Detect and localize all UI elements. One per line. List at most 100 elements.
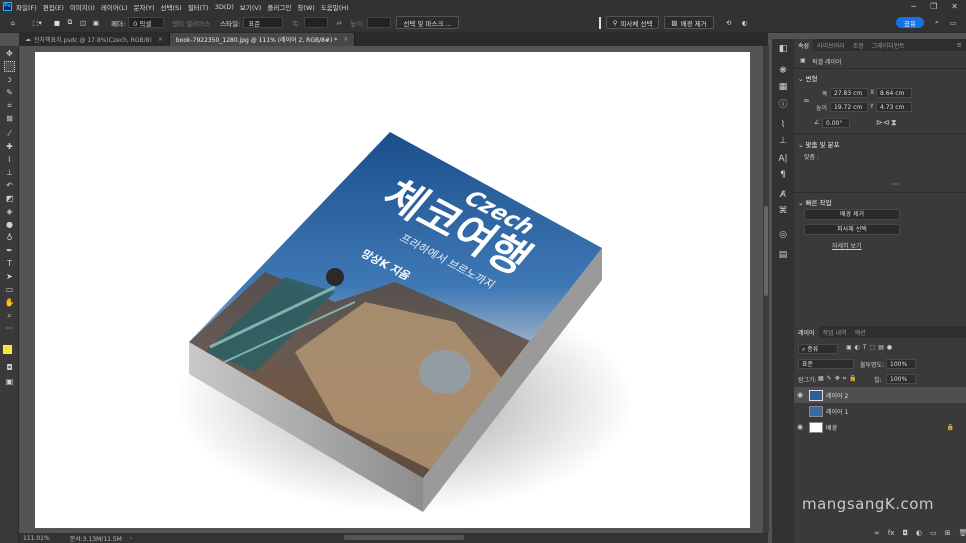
foreground-color-swatch[interactable] [3, 345, 12, 354]
move-tool-icon[interactable]: ✥ [4, 48, 15, 59]
adjustment-layer-icon[interactable]: ◐ [916, 529, 922, 537]
select-and-mask-button[interactable]: 선택 및 마스크 ... [396, 16, 459, 29]
layer-name[interactable]: 배경 [826, 423, 837, 432]
style-select[interactable]: 표준 [243, 17, 284, 28]
height-input[interactable] [367, 17, 392, 28]
remove-background-button[interactable]: ▨ 배경 제거 [664, 16, 714, 29]
share-button[interactable]: 공유 [896, 17, 924, 28]
opacity-field[interactable]: 100% [886, 359, 916, 369]
visibility-eye-icon[interactable]: ◉ [794, 391, 806, 399]
chevron-right-icon[interactable]: › [130, 535, 132, 542]
quick-actions-section-title[interactable]: ⌄ 빠른 작업 [798, 197, 832, 207]
glyphs-icon[interactable]: A̸ [777, 189, 789, 201]
new-layer-icon[interactable]: ⊞ [945, 529, 951, 537]
menu-layer[interactable]: 레이어(L) [101, 2, 128, 12]
search-icon[interactable]: ⌕ [932, 17, 942, 29]
brush-settings-icon[interactable]: ⌇ [777, 119, 789, 131]
tab-gradients[interactable]: 그레이디언트 [868, 39, 909, 51]
select-subject-panel-button[interactable]: 피사체 선택 [804, 224, 900, 235]
flip-horizontal-icon[interactable]: ⊳⊲ [876, 118, 889, 127]
tab-layers[interactable]: 레이어 [794, 326, 819, 338]
marquee-tool-icon[interactable]: ⬚▾ [32, 17, 42, 29]
quick-selection-tool-icon[interactable]: ✎ [4, 87, 15, 98]
path-selection-tool-icon[interactable]: ➤ [4, 271, 15, 282]
hand-tool-icon[interactable]: ✋ [4, 297, 15, 308]
eraser-tool-icon[interactable]: ◩ [4, 193, 15, 204]
brush-tool-icon[interactable]: ⌇ [4, 154, 15, 165]
learn-icon[interactable]: ◧ [777, 43, 789, 55]
link-layers-icon[interactable]: ∞ [874, 529, 880, 537]
workspace-icon[interactable]: ▭ [948, 17, 958, 29]
paint-bucket-tool-icon[interactable]: ◈ [4, 206, 15, 217]
select-subject-button[interactable]: ⚲ 피사체 선택 [605, 16, 660, 29]
rectangle-tool-icon[interactable]: ▭ [4, 284, 15, 295]
lock-icon[interactable]: 🔒 [947, 424, 954, 431]
mask-mode-icon[interactable]: ◐ [740, 17, 750, 29]
subtract-selection-icon[interactable]: ◫ [78, 17, 88, 29]
link-icon[interactable]: ∞ [803, 96, 810, 105]
quick-mask-icon[interactable]: ◘ [4, 362, 15, 373]
home-icon[interactable]: ⌂ [8, 17, 18, 29]
menu-plugins[interactable]: 플러그인 [267, 2, 291, 12]
panel-menu-icon[interactable]: ≡ [957, 41, 962, 49]
channels-icon[interactable]: ◎ [777, 229, 789, 241]
blur-tool-icon[interactable]: ● [4, 219, 15, 230]
horizontal-scrollbar-thumb[interactable] [344, 535, 464, 540]
feather-input[interactable]: 0 픽셀 [128, 17, 165, 28]
tab-properties[interactable]: 속성 [794, 39, 814, 51]
close-tab-icon[interactable]: × [343, 36, 348, 43]
character-icon[interactable]: A| [777, 153, 789, 165]
layer-row-layer2[interactable]: ◉ 레이어 2 [794, 387, 966, 403]
clone-stamp-tool-icon[interactable]: ⊥ [4, 167, 15, 178]
tab-libraries[interactable]: 라이브러리 [813, 39, 849, 51]
height-field[interactable]: 19.72 cm [830, 102, 868, 112]
delete-layer-icon[interactable]: 🗑 [959, 529, 966, 537]
dodge-tool-icon[interactable]: ♁ [4, 232, 15, 243]
tab-adjustments[interactable]: 조정 [849, 39, 868, 51]
close-window-icon[interactable]: ✕ [951, 2, 958, 11]
vertical-scrollbar[interactable] [763, 46, 769, 533]
clone-source-icon[interactable]: ⊥ [777, 135, 789, 147]
scrollbar-thumb[interactable] [764, 206, 768, 296]
canvas-area[interactable]: Czech 체코여행 프라하에서 브르노까지 망상K 지음 [19, 46, 768, 534]
screen-mode-icon[interactable]: ▣ [4, 376, 15, 387]
swatches-icon[interactable]: ▦ [777, 81, 789, 93]
new-selection-icon[interactable]: ■ [52, 17, 62, 29]
minimize-icon[interactable]: ─ [911, 2, 916, 11]
align-section-title[interactable]: ⌄ 맞춤 및 분포 [798, 139, 840, 149]
document-canvas[interactable]: Czech 체코여행 프라하에서 브르노까지 망상K 지음 [35, 52, 750, 528]
fx-icon[interactable]: fx [888, 529, 895, 537]
layer-filter-kind[interactable]: ⌕ 종류 [798, 344, 838, 354]
add-selection-icon[interactable]: ⧉ [65, 17, 75, 29]
blend-mode-select[interactable]: 표준 [798, 359, 854, 369]
tab-actions[interactable]: 액션 [851, 326, 870, 338]
remove-background-panel-button[interactable]: 배경 제거 [804, 209, 900, 220]
history-brush-tool-icon[interactable]: ↶ [4, 180, 15, 191]
width-input[interactable] [304, 17, 329, 28]
transform-section-title[interactable]: ⌄ 변형 [798, 73, 817, 83]
healing-brush-tool-icon[interactable]: ✚ [4, 141, 15, 152]
lock-icons[interactable]: ▦✎✥⌗🔒 [818, 375, 860, 383]
flip-vertical-icon[interactable]: ⧗ [891, 118, 897, 128]
layer-name[interactable]: 레이어 2 [826, 391, 848, 400]
menu-file[interactable]: 파일(F) [16, 2, 37, 12]
eyedropper-tool-icon[interactable]: ⁄ [4, 128, 15, 139]
zoom-tool-icon[interactable]: ⌕ [4, 310, 15, 321]
layer-name[interactable]: 레이어 1 [826, 407, 848, 416]
menu-type[interactable]: 문자(Y) [134, 2, 155, 12]
width-field[interactable]: 27.83 cm [830, 88, 868, 98]
tab-cover-psdc[interactable]: ☁ 진자책표지.psdc @ 17.8%(Czech, RGB/8) × [19, 33, 170, 46]
new-group-icon[interactable]: ▭ [930, 529, 937, 537]
paragraph-icon[interactable]: ¶ [777, 169, 789, 181]
lasso-tool-icon[interactable]: ↄ [4, 74, 15, 85]
menu-select[interactable]: 선택(S) [161, 2, 182, 12]
angle-field[interactable]: 0.00° [822, 118, 850, 128]
menu-image[interactable]: 이미지(I) [70, 2, 95, 12]
more-tools-icon[interactable]: ··· [4, 323, 15, 334]
swap-icon[interactable]: ⇄ [334, 17, 344, 29]
x-field[interactable]: 8.64 cm [876, 88, 912, 98]
info-icon[interactable]: ⓘ [777, 99, 789, 111]
close-tab-icon[interactable]: × [158, 36, 163, 43]
crop-tool-icon[interactable]: ⌗ [4, 100, 15, 111]
fill-field[interactable]: 100% [886, 374, 916, 384]
